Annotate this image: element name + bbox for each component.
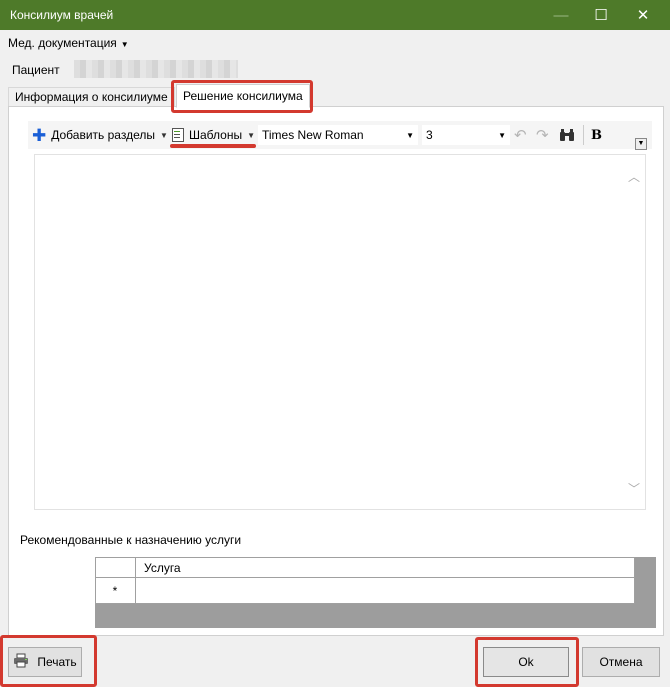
chevron-down-icon: ▼ (159, 130, 168, 140)
window-title: Консилиум врачей (10, 8, 114, 22)
toolbar-separator (583, 125, 584, 145)
grid-corner-cell (95, 557, 136, 578)
highlight-print-button (0, 635, 97, 687)
chevron-down-icon: ▼ (498, 131, 506, 140)
chevron-down-icon: ▼ (247, 130, 255, 140)
maximize-button[interactable]: ☐ (580, 0, 622, 30)
chevron-down-icon: ▼ (406, 131, 414, 140)
cancel-button[interactable]: Отмена (582, 647, 660, 677)
add-sections-label: Добавить разделы (51, 128, 155, 142)
grid-column-service[interactable]: Услуга (144, 561, 181, 575)
cancel-label: Отмена (599, 655, 643, 669)
redo-icon[interactable]: ↷ (536, 121, 549, 149)
templates-label: Шаблоны (189, 128, 243, 142)
add-sections-button[interactable]: ✚ Добавить разделы ▼ (32, 121, 168, 149)
binoculars-icon[interactable] (559, 121, 575, 149)
tab-label: Информация о консилиуме (15, 90, 168, 104)
new-row-marker-icon: * (95, 578, 136, 604)
document-icon (172, 128, 184, 142)
tab-consilium-info[interactable]: Информация о консилиуме (8, 87, 175, 107)
editor-scrollbar[interactable] (626, 155, 645, 509)
font-family-value: Times New Roman (262, 128, 364, 142)
chevron-up-icon[interactable]: ︿ (628, 168, 640, 185)
highlight-ok-button (475, 637, 579, 687)
minimize-button[interactable]: — (540, 0, 582, 30)
font-size-select[interactable]: 3 ▼ (422, 125, 510, 145)
highlight-decision-tab (171, 80, 313, 113)
toolbar-overflow-icon[interactable]: ▼ (635, 138, 647, 150)
close-button[interactable]: ✕ (622, 0, 664, 30)
title-bar[interactable]: Консилиум врачей — ☐ ✕ (0, 0, 670, 30)
menu-med-docs[interactable]: Мед. документация ▼ (8, 36, 129, 50)
font-family-select[interactable]: Times New Roman ▼ (258, 125, 418, 145)
plus-icon: ✚ (32, 125, 47, 145)
chevron-down-icon: ▼ (120, 40, 129, 49)
bold-button[interactable]: B (591, 121, 602, 149)
menu-med-docs-label: Мед. документация (8, 36, 117, 50)
font-size-value: 3 (426, 128, 433, 142)
decision-text-editor[interactable] (34, 154, 646, 510)
menu-bar: Мед. документация ▼ (0, 30, 670, 54)
grid-new-row[interactable] (95, 578, 635, 604)
patient-label: Пациент (12, 63, 60, 77)
chevron-down-icon[interactable]: ﹀ (628, 480, 640, 497)
undo-icon[interactable]: ↶ (514, 121, 527, 149)
highlight-templates-underline (170, 144, 256, 148)
services-label: Рекомендованные к назначению услуги (20, 533, 242, 547)
editor-toolbar: ✚ Добавить разделы ▼ Шаблоны ▼ Times New… (28, 121, 652, 149)
patient-name-redacted (74, 60, 238, 78)
